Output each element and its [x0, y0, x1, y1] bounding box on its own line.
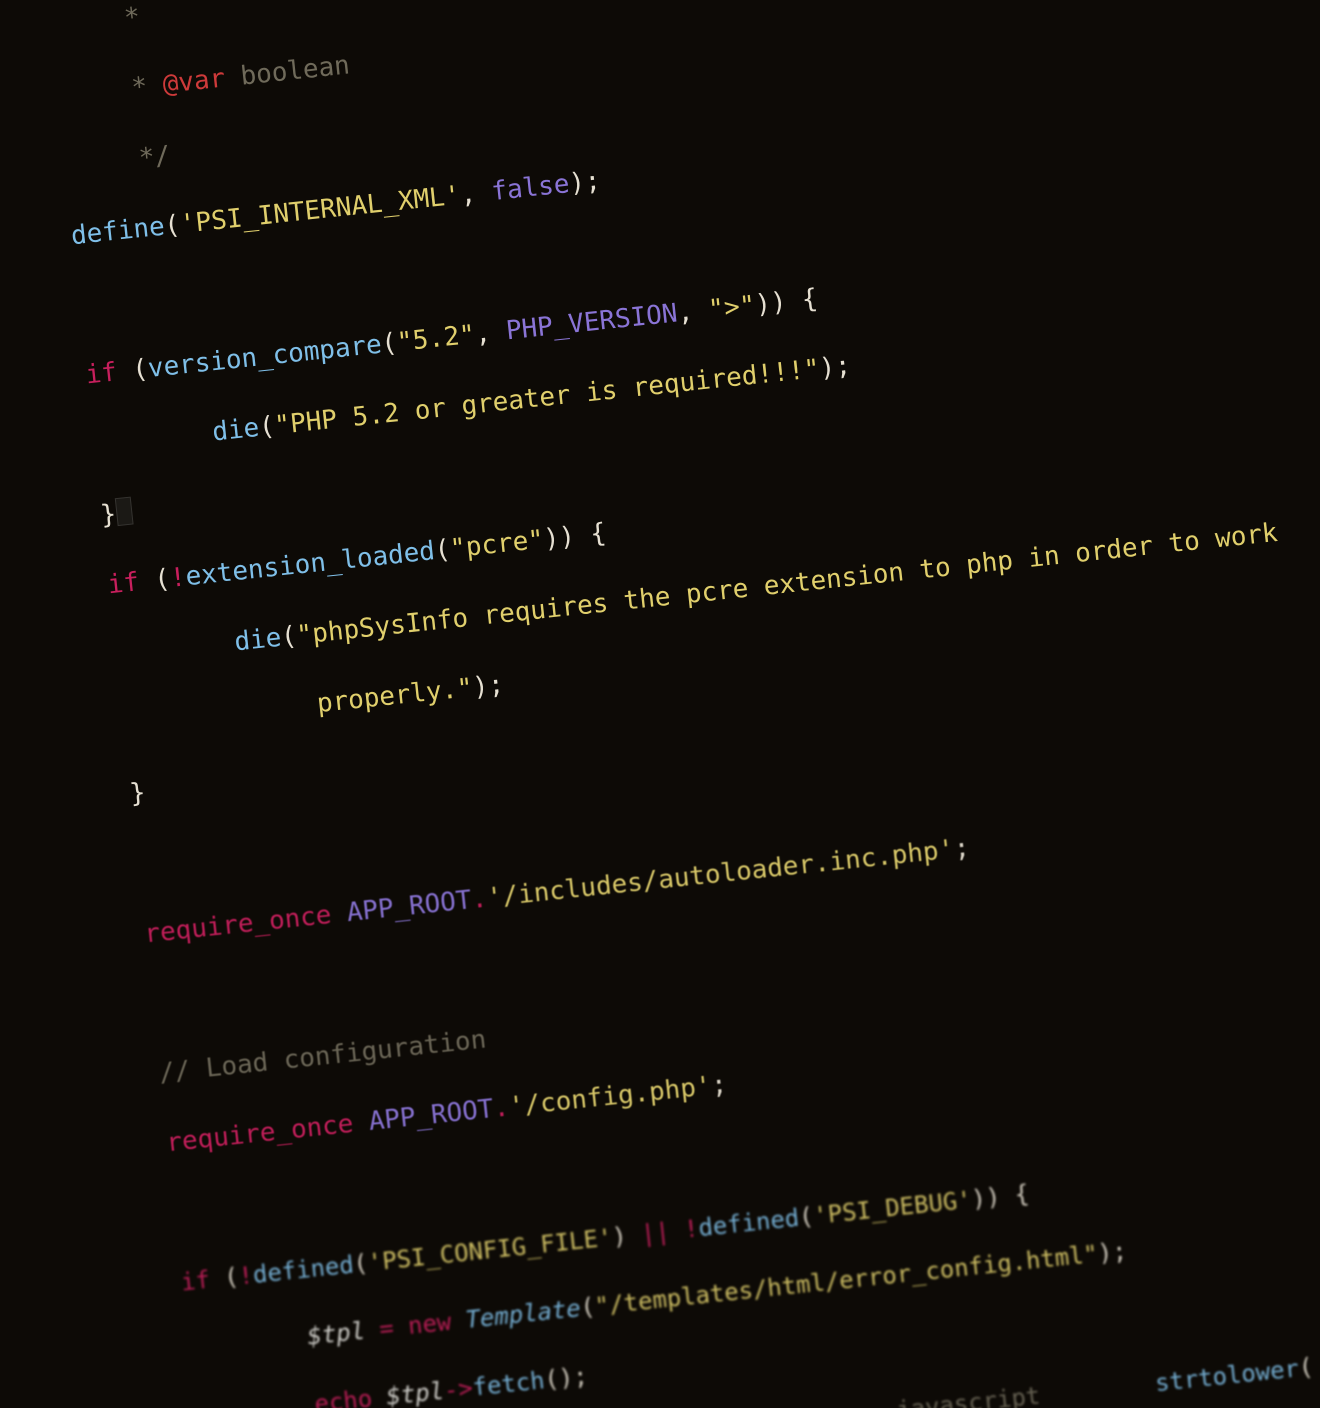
string-literal: properly." [300, 673, 474, 721]
constant: APP_ROOT [345, 885, 473, 928]
string-literal: "5.2" [396, 320, 477, 358]
string-literal: 'PSI_CONFIG_FILE' [366, 1223, 613, 1277]
phpdoc-type: boolean [224, 51, 352, 94]
operator-or: || [639, 1217, 671, 1248]
tail-text: javascript [895, 1382, 1042, 1408]
function-call: version_compare [147, 330, 384, 384]
keyword-if: if [180, 1265, 212, 1296]
function-call: die [233, 623, 283, 658]
function-call: strtolower [1154, 1354, 1301, 1397]
variable: $tpl [385, 1376, 445, 1408]
boolean-literal: false [490, 169, 571, 207]
string-literal: ">" [707, 290, 757, 325]
constant: APP_ROOT [367, 1094, 495, 1137]
operator-arrow: -> [442, 1373, 474, 1404]
keyword-require: require_once [143, 900, 333, 949]
phpdoc-tag: @var [161, 64, 226, 100]
constant: PHP_VERSION [505, 299, 679, 347]
string-literal: "PHP 5.2 or greater is required!!!" [273, 354, 821, 441]
keyword-require: require_once [165, 1109, 355, 1158]
keyword-if: if [106, 567, 140, 600]
string-literal: 'PSI_INTERNAL_XML' [179, 180, 462, 239]
string-literal: 'PSI_DEBUG' [812, 1185, 973, 1229]
string-literal: "/templates/html/error_config.html" [593, 1240, 1099, 1321]
comment-star: * [107, 2, 141, 35]
keyword-echo: echo [313, 1384, 373, 1408]
string-literal: '/config.php' [507, 1071, 713, 1122]
string-literal: "pcre" [449, 524, 546, 564]
method-call: fetch [471, 1366, 546, 1401]
comment: // Load configuration [158, 1024, 488, 1088]
function-call: extension_loaded [184, 536, 436, 592]
keyword-if: if [84, 358, 118, 391]
variable: $tpl [306, 1317, 366, 1351]
code-editor-viewport[interactable]: * * @var boolean */ define('PSI_INTERNAL… [40, 0, 1320, 1408]
keyword-new: new [407, 1308, 453, 1340]
function-call: defined [697, 1203, 801, 1241]
cursor-indicator [114, 496, 133, 526]
function-call: defined [251, 1250, 355, 1288]
function-call: die [211, 413, 261, 448]
string-literal: '/includes/autoloader.inc.php' [485, 834, 955, 913]
class-name: Template [464, 1294, 582, 1334]
function-call: define [70, 211, 167, 251]
comment-close: */ [122, 140, 172, 175]
